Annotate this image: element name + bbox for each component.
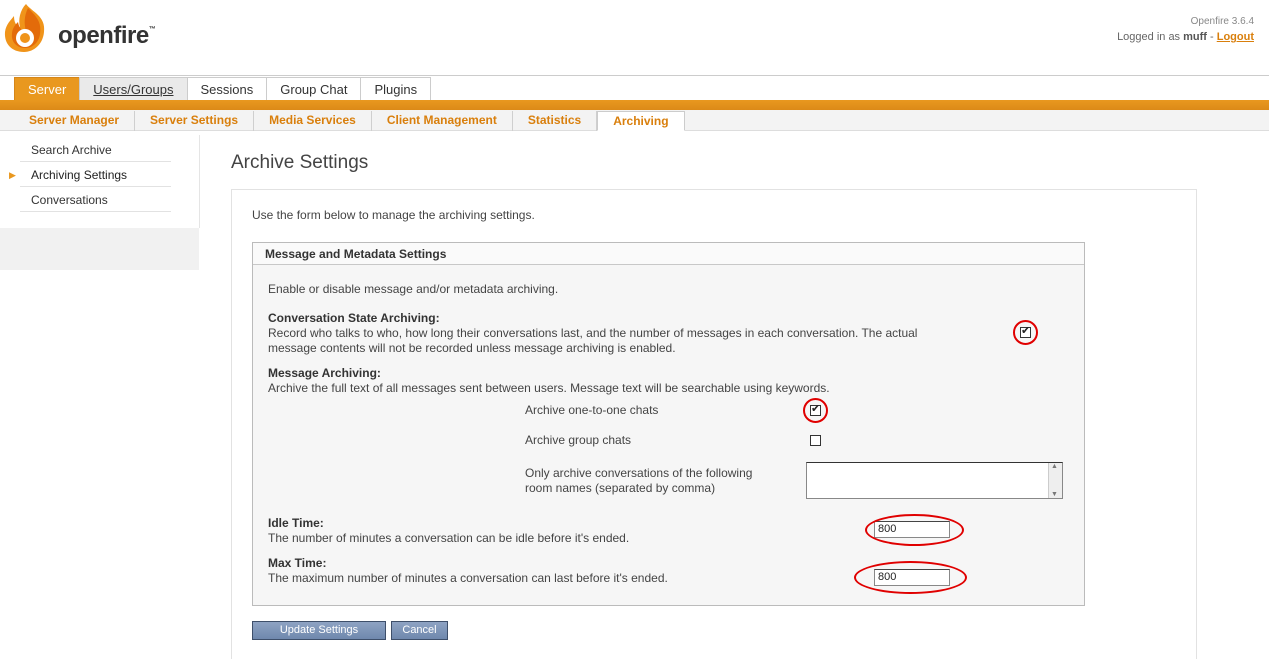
settings-panel: Message and Metadata Settings Enable or … <box>252 242 1085 606</box>
subtab-server-manager[interactable]: Server Manager <box>14 111 136 131</box>
panel-title: Message and Metadata Settings <box>253 243 1084 265</box>
main-tabs: Server Users/Groups Sessions Group Chat … <box>14 77 432 101</box>
tab-server[interactable]: Server <box>14 77 81 100</box>
idle-time-label: Idle Time: <box>268 516 324 530</box>
conversation-state-desc-1: Record who talks to who, how long their … <box>268 326 918 340</box>
subtab-media-services[interactable]: Media Services <box>254 111 372 131</box>
openfire-flame-logo-icon <box>4 4 45 52</box>
idle-time-desc: The number of minutes a conversation can… <box>268 531 630 545</box>
sub-tabs: Server Manager Server Settings Media Ser… <box>14 111 685 131</box>
room-names-scrollbar[interactable] <box>1048 463 1062 498</box>
cancel-button[interactable]: Cancel <box>391 621 448 640</box>
panel-description: Enable or disable message and/or metadat… <box>268 282 559 296</box>
tab-group-chat[interactable]: Group Chat <box>266 77 362 100</box>
sidebar: Search Archive ▶ Archiving Settings Conv… <box>0 135 200 270</box>
sidebar-arrow-icon: ▶ <box>9 170 16 180</box>
sidebar-item-search-archive[interactable]: Search Archive <box>20 138 171 162</box>
openfire-logo[interactable]: openfire™ <box>2 2 162 54</box>
one-to-one-checkbox[interactable] <box>810 402 821 416</box>
conversation-state-checkbox[interactable] <box>1020 324 1031 338</box>
group-chats-label: Archive group chats <box>525 433 632 447</box>
page-title: Archive Settings <box>231 152 369 173</box>
max-time-input[interactable]: 800 <box>874 569 950 586</box>
logout-link[interactable]: Logout <box>1217 31 1254 43</box>
header: openfire™ Openfire 3.6.4 Logged in as mu… <box>0 0 1269 75</box>
room-names-label-2: room names (separated by comma) <box>525 481 716 495</box>
tab-users-groups[interactable]: Users/Groups <box>79 77 188 100</box>
intro-text: Use the form below to manage the archivi… <box>252 208 535 222</box>
username: muff <box>1183 31 1207 43</box>
one-to-one-label: Archive one-to-one chats <box>525 403 659 417</box>
version-label: Openfire 3.6.4 <box>1190 16 1254 27</box>
subtab-statistics[interactable]: Statistics <box>513 111 598 131</box>
tab-plugins[interactable]: Plugins <box>360 77 432 100</box>
subtab-server-settings[interactable]: Server Settings <box>135 111 255 131</box>
sidebar-item-conversations[interactable]: Conversations <box>20 188 171 212</box>
message-archiving-label: Message Archiving: <box>268 366 381 380</box>
tab-sessions[interactable]: Sessions <box>186 77 268 100</box>
logo-text: openfire™ <box>58 22 156 49</box>
max-time-desc: The maximum number of minutes a conversa… <box>268 571 668 585</box>
idle-time-input[interactable]: 800 <box>874 521 950 538</box>
login-info: Logged in as muff - Logout <box>1117 31 1254 43</box>
room-names-label-1: Only archive conversations of the follow… <box>525 466 753 480</box>
room-names-textarea[interactable] <box>806 462 1063 499</box>
message-archiving-desc: Archive the full text of all messages se… <box>268 381 830 395</box>
update-settings-button[interactable]: Update Settings <box>252 621 386 640</box>
conversation-state-label: Conversation State Archiving: <box>268 311 440 325</box>
group-chats-checkbox[interactable] <box>810 435 821 446</box>
tab-strip <box>0 100 1269 110</box>
subtab-client-management[interactable]: Client Management <box>372 111 513 131</box>
sidebar-item-archiving-settings[interactable]: ▶ Archiving Settings <box>9 163 171 187</box>
max-time-label: Max Time: <box>268 556 327 570</box>
subtab-archiving[interactable]: Archiving <box>597 111 685 131</box>
conversation-state-desc-2: message contents will not be recorded un… <box>268 341 676 355</box>
sidebar-menu: Search Archive ▶ Archiving Settings Conv… <box>0 135 200 228</box>
